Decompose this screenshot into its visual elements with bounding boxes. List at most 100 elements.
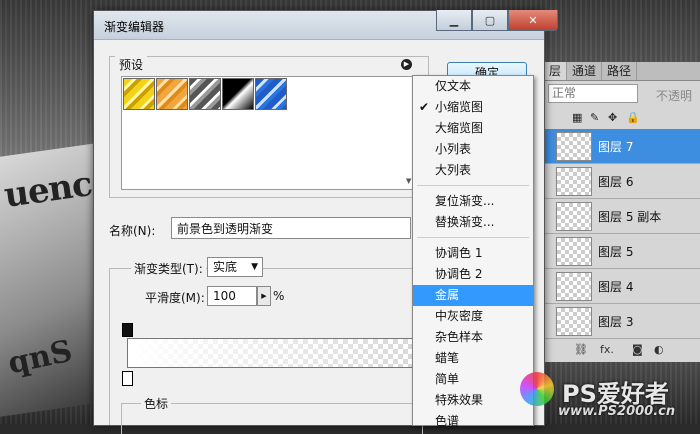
menu-item-special-effects[interactable]: 特殊效果: [413, 390, 533, 411]
layer-thumbnail: [556, 202, 592, 231]
menu-item-spectrums[interactable]: 色谱: [413, 411, 533, 432]
smoothness-input[interactable]: 100: [207, 286, 257, 306]
layer-name: 图层 3: [598, 315, 634, 329]
gradient-type-label: 渐变类型(T):: [131, 260, 206, 277]
layer-row[interactable]: 图层 6: [544, 164, 700, 199]
menu-item-label: 色谱: [435, 414, 460, 428]
watermark-logo: [520, 372, 554, 406]
window-buttons: ▁ ▢ ✕: [436, 10, 558, 31]
checkmark-icon: ✔: [419, 100, 430, 114]
layers-panel: 层 通道 路径 正常 不透明 ▦ ✎ ✥ 🔒 图层 7 图层 6 图层 5 副本…: [543, 62, 700, 362]
tab-layers[interactable]: 层: [544, 62, 568, 80]
menu-item-label: 金属: [435, 288, 460, 302]
menu-item-neutral-density[interactable]: 中灰密度: [413, 306, 533, 327]
lock-all-icon[interactable]: 🔒: [626, 111, 640, 124]
menu-item-label: 大缩览图: [435, 121, 484, 135]
menu-item-simple[interactable]: 简单: [413, 369, 533, 390]
menu-item-large-list[interactable]: 大列表: [413, 160, 533, 181]
blend-row: 正常 不透明: [544, 81, 700, 107]
color-stop[interactable]: [122, 371, 133, 386]
menu-item-label: 小缩览图: [435, 100, 484, 114]
menu-item-label: 协调色 2: [435, 267, 483, 281]
menu-item-label: 复位渐变...: [435, 194, 495, 208]
watermark-url: www.PS2000.cn: [558, 404, 676, 419]
menu-item-label: 大列表: [435, 163, 472, 177]
adjustment-icon[interactable]: ◐: [654, 343, 664, 356]
layer-row[interactable]: 图层 5 副本: [544, 199, 700, 234]
layer-name: 图层 5: [598, 245, 634, 259]
layer-thumbnail: [556, 307, 592, 336]
layer-name: 图层 6: [598, 175, 634, 189]
gradient-type-value: 实底: [213, 260, 238, 274]
gradient-preview-bar[interactable]: [127, 338, 419, 368]
menu-item-label: 替换渐变...: [435, 215, 495, 229]
color-stops-label: 色标: [141, 395, 172, 412]
layer-name: 图层 4: [598, 280, 634, 294]
layer-row[interactable]: 图层 7: [544, 129, 700, 164]
menu-item-label: 协调色 1: [435, 246, 483, 260]
preset-swatch-blue-steel[interactable]: [255, 78, 287, 110]
close-button[interactable]: ✕: [508, 10, 558, 31]
gradient-type-select[interactable]: 实底 ▼: [207, 257, 263, 277]
chevron-down-icon: ▼: [251, 262, 258, 272]
menu-item-harmonies-1[interactable]: 协调色 1: [413, 243, 533, 264]
menu-item-reset-gradients[interactable]: 复位渐变...: [413, 191, 533, 212]
tab-channels[interactable]: 通道: [567, 62, 603, 80]
mask-icon[interactable]: ◙: [632, 343, 643, 356]
layers-footer: ⛓ fx. ◙ ◐: [544, 339, 700, 361]
menu-item-replace-gradients[interactable]: 替换渐变...: [413, 212, 533, 233]
menu-item-noise-samples[interactable]: 杂色样本: [413, 327, 533, 348]
preset-swatch-chrome[interactable]: [222, 78, 254, 110]
menu-separator: [417, 237, 529, 238]
fx-button[interactable]: fx.: [600, 343, 614, 356]
layer-thumbnail: [556, 272, 592, 301]
menu-item-label: 小列表: [435, 142, 472, 156]
layer-row[interactable]: 图层 4: [544, 269, 700, 304]
menu-item-label: 蜡笔: [435, 351, 460, 365]
menu-item-pastels[interactable]: 蜡笔: [413, 348, 533, 369]
lock-row: ▦ ✎ ✥ 🔒: [544, 107, 700, 129]
layer-thumbnail: [556, 237, 592, 266]
tab-paths[interactable]: 路径: [602, 62, 638, 80]
layer-thumbnail: [556, 132, 592, 161]
layers-tabs: 层 通道 路径: [544, 62, 700, 81]
menu-item-label: 中灰密度: [435, 309, 484, 323]
presets-label: 预设: [115, 56, 148, 73]
minimize-button[interactable]: ▁: [436, 10, 472, 31]
link-icon[interactable]: ⛓: [574, 343, 588, 356]
layer-name: 图层 5 副本: [598, 210, 662, 224]
layer-thumbnail: [556, 167, 592, 196]
preset-swatch-copper[interactable]: [156, 78, 188, 110]
menu-item-label: 仅文本: [435, 79, 472, 93]
presets-context-menu: 仅文本 ✔ 小缩览图 大缩览图 小列表 大列表 复位渐变... 替换渐变... 协…: [412, 75, 534, 428]
menu-item-text-only[interactable]: 仅文本: [413, 76, 533, 97]
opacity-stop[interactable]: [122, 323, 133, 337]
layer-name: 图层 7: [598, 140, 634, 154]
menu-item-small-list[interactable]: 小列表: [413, 139, 533, 160]
menu-item-harmonies-2[interactable]: 协调色 2: [413, 264, 533, 285]
preset-swatch-gold[interactable]: [123, 78, 155, 110]
menu-item-large-thumbnail[interactable]: 大缩览图: [413, 118, 533, 139]
name-label: 名称(N):: [109, 224, 156, 238]
lock-brush-icon[interactable]: ✎: [590, 111, 599, 124]
name-input[interactable]: 前景色到透明渐变: [171, 217, 411, 239]
presets-menu-arrow-icon[interactable]: ▶: [401, 59, 412, 70]
layer-row[interactable]: 图层 5: [544, 234, 700, 269]
scroll-down-icon[interactable]: ▼: [406, 177, 411, 185]
opacity-label: 不透明: [656, 89, 693, 103]
maximize-button[interactable]: ▢: [472, 10, 508, 31]
menu-item-label: 简单: [435, 372, 460, 386]
menu-item-label: 特殊效果: [435, 393, 484, 407]
lock-transparency-icon[interactable]: ▦: [572, 111, 582, 124]
lock-move-icon[interactable]: ✥: [608, 111, 617, 124]
layer-row[interactable]: 图层 3: [544, 304, 700, 339]
blend-mode-select[interactable]: 正常: [548, 84, 638, 103]
smoothness-unit: %: [273, 289, 285, 303]
preset-swatch-area: ▼: [121, 76, 421, 190]
menu-item-small-thumbnail[interactable]: ✔ 小缩览图: [413, 97, 533, 118]
preset-swatch-silver[interactable]: [189, 78, 221, 110]
menu-item-metals[interactable]: 金属: [413, 285, 533, 306]
smoothness-stepper[interactable]: ▶: [257, 286, 271, 306]
smoothness-label: 平滑度(M):: [145, 291, 205, 305]
menu-item-label: 杂色样本: [435, 330, 484, 344]
